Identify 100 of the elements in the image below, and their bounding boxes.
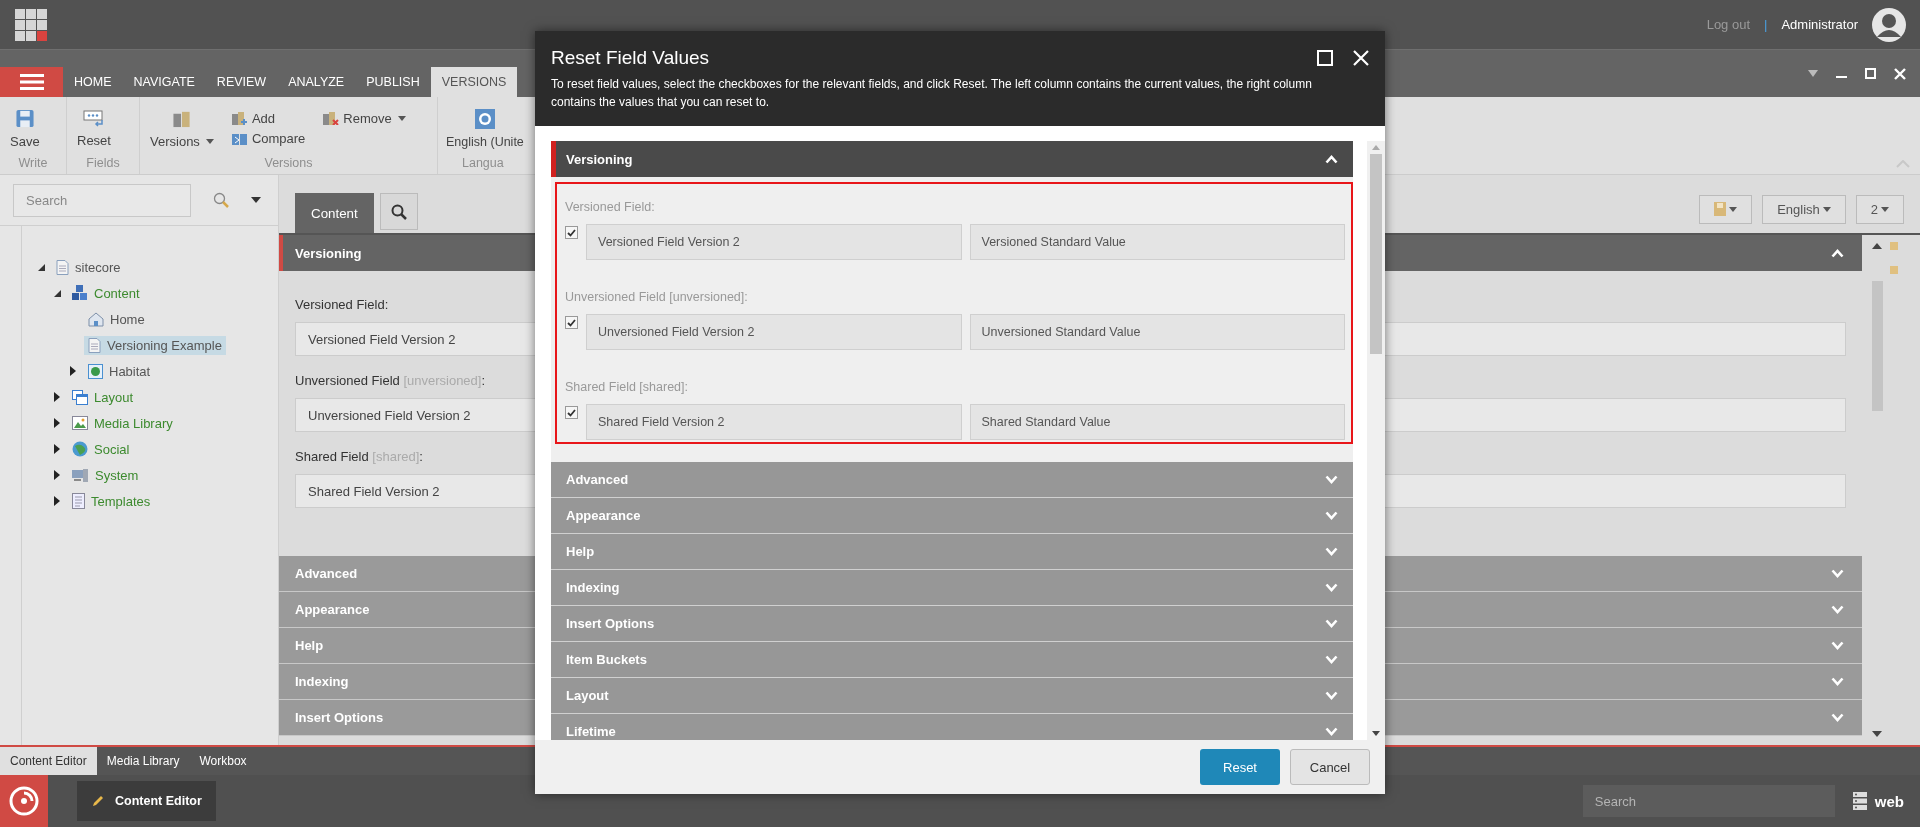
collapsed-arrow-icon[interactable] bbox=[68, 366, 78, 376]
checkbox[interactable] bbox=[565, 406, 578, 419]
scrollbar-thumb[interactable] bbox=[1370, 154, 1382, 354]
validation-marker[interactable] bbox=[1890, 242, 1898, 250]
scroll-down-icon[interactable] bbox=[1872, 731, 1882, 737]
tree-item[interactable]: System bbox=[68, 465, 143, 485]
search-field[interactable]: Search bbox=[13, 183, 191, 217]
section-title: Lifetime bbox=[566, 724, 616, 739]
scrollbar-thumb[interactable] bbox=[1871, 281, 1883, 411]
ribbon-button[interactable]: Save bbox=[10, 109, 40, 149]
tree-item[interactable]: Social bbox=[68, 439, 134, 459]
compare-icon bbox=[231, 131, 248, 145]
section-title: Appearance bbox=[295, 602, 370, 617]
dialog-button[interactable]: Reset bbox=[1200, 749, 1280, 785]
group-label: Write bbox=[17, 156, 49, 172]
notebook-icon bbox=[1714, 202, 1727, 216]
app-button[interactable]: Content Editor bbox=[77, 781, 216, 821]
ribbon-button[interactable]: Remove bbox=[323, 109, 406, 127]
field-label: Shared Field [shared]: bbox=[565, 380, 689, 394]
close-icon[interactable] bbox=[1353, 50, 1369, 66]
checkbox[interactable] bbox=[565, 226, 578, 239]
tree-item[interactable]: Layout bbox=[68, 387, 138, 407]
editor-tab[interactable]: Media Library bbox=[96, 747, 190, 775]
field-label: Versioned Field: bbox=[565, 200, 656, 214]
caret-icon bbox=[397, 115, 406, 121]
version-dropdown[interactable]: 2 bbox=[1855, 194, 1904, 224]
tree-item[interactable]: sitecore bbox=[52, 257, 125, 277]
tree-item[interactable]: Home bbox=[84, 309, 149, 329]
ribbon-tab[interactable]: REVIEW bbox=[205, 67, 278, 97]
dropdown-icon[interactable] bbox=[1808, 70, 1818, 77]
editor-tab[interactable]: Workbox bbox=[189, 747, 257, 775]
chevron-down-icon bbox=[1831, 569, 1844, 578]
search-icon[interactable] bbox=[213, 192, 229, 208]
search-icon bbox=[390, 203, 407, 220]
ribbon-button[interactable]: Add bbox=[231, 109, 306, 127]
tree-label: Media Library bbox=[94, 415, 173, 431]
tree-item[interactable]: Content bbox=[68, 283, 144, 303]
scroll-up-icon[interactable] bbox=[1872, 243, 1882, 249]
chevron-down-icon bbox=[1325, 583, 1338, 592]
ribbon-tab[interactable]: ANALYZE bbox=[277, 67, 356, 97]
separator-text: | bbox=[1764, 17, 1768, 32]
user-name[interactable]: Administrator bbox=[1781, 17, 1858, 32]
content-tab[interactable]: Content bbox=[295, 193, 374, 233]
tree-label: Home bbox=[110, 311, 145, 327]
editor-tab[interactable]: Content Editor bbox=[0, 747, 97, 775]
ribbon-tab[interactable]: VERSIONS bbox=[430, 67, 518, 97]
chevron-down-icon bbox=[1831, 677, 1844, 686]
ribbon-button[interactable]: Versions bbox=[150, 109, 214, 149]
language-dropdown[interactable]: English bbox=[1762, 194, 1846, 224]
section-header[interactable]: Versioning bbox=[551, 141, 1353, 177]
cubes-icon bbox=[72, 285, 88, 301]
expanded-arrow-icon[interactable] bbox=[36, 262, 46, 272]
checkbox[interactable] bbox=[565, 316, 578, 329]
field-label: Versioned Field: bbox=[295, 297, 389, 312]
ribbon-tab[interactable]: PUBLISH bbox=[355, 67, 431, 97]
caret-icon[interactable] bbox=[251, 197, 261, 203]
app-grid-icon[interactable] bbox=[14, 7, 48, 42]
scroll-down-icon[interactable] bbox=[1372, 731, 1380, 736]
collapsed-arrow-icon[interactable] bbox=[52, 496, 62, 506]
collapsed-arrow-icon[interactable] bbox=[52, 470, 62, 480]
search-button[interactable] bbox=[379, 193, 418, 230]
chevron-down-icon bbox=[1831, 641, 1844, 650]
tree-item[interactable]: Templates bbox=[68, 491, 155, 511]
validation-marker[interactable] bbox=[1890, 266, 1898, 274]
chevron-down-icon bbox=[1325, 547, 1338, 556]
scrollbar[interactable] bbox=[1367, 141, 1385, 740]
tree-label: Layout bbox=[94, 389, 134, 405]
tree-item[interactable]: Habitat bbox=[84, 361, 155, 381]
caret-icon bbox=[1822, 206, 1831, 212]
section-title: Versioning bbox=[295, 245, 362, 261]
list-document-icon bbox=[72, 493, 85, 509]
tree-item[interactable]: Media Library bbox=[68, 413, 177, 433]
logo-icon[interactable] bbox=[0, 775, 48, 827]
menu-button[interactable] bbox=[0, 67, 63, 97]
ribbon-button[interactable]: English (Unite bbox=[446, 109, 524, 149]
tree-label: Versioning Example bbox=[107, 337, 222, 353]
ribbon-button[interactable]: Compare bbox=[231, 129, 306, 147]
database-icon[interactable] bbox=[1852, 792, 1867, 810]
expanded-arrow-icon[interactable] bbox=[52, 288, 62, 298]
dialog-button[interactable]: Cancel bbox=[1290, 749, 1370, 785]
ribbon-tab[interactable]: HOME bbox=[63, 67, 123, 97]
database-name[interactable]: web bbox=[1874, 792, 1904, 810]
section-title: Layout bbox=[566, 688, 609, 703]
search-field[interactable]: Search bbox=[1582, 785, 1835, 817]
section-title: Help bbox=[295, 638, 324, 653]
ribbon-tab[interactable]: NAVIGATE bbox=[122, 67, 206, 97]
ribbon-button[interactable]: Reset bbox=[77, 109, 111, 149]
caret-icon bbox=[1881, 206, 1889, 212]
collapsed-arrow-icon[interactable] bbox=[52, 444, 62, 454]
house-icon bbox=[88, 311, 104, 327]
tree-item[interactable]: Versioning Example bbox=[84, 335, 226, 355]
chevron-down-icon bbox=[1831, 713, 1844, 722]
collapsed-arrow-icon[interactable] bbox=[52, 418, 62, 428]
chevron-down-icon bbox=[1325, 655, 1338, 664]
collapsed-arrow-icon[interactable] bbox=[52, 392, 62, 402]
standard-value-field: Unversioned Standard Value bbox=[969, 314, 1345, 350]
avatar-icon[interactable] bbox=[1872, 7, 1906, 42]
maximize-icon[interactable] bbox=[1317, 50, 1333, 66]
windows-icon bbox=[72, 389, 88, 405]
dialog-description: To reset field values, select the checkboxes for the relevant fields, and click Reset. The left column contains the current values, the right column contains the values that you can reset to. bbox=[551, 76, 1313, 111]
